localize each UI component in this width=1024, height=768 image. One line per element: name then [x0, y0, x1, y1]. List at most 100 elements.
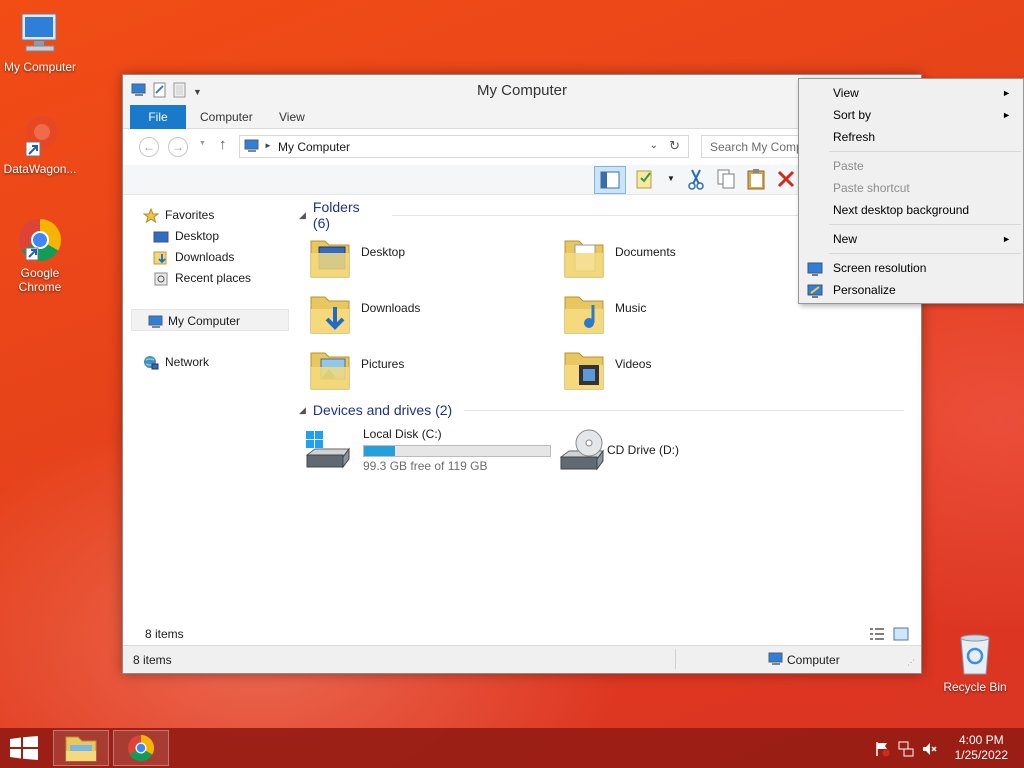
computer-icon	[16, 10, 64, 58]
large-icons-view-icon[interactable]	[893, 627, 909, 644]
desktop-folder-icon	[309, 233, 351, 281]
resize-grip-icon[interactable]: ⋰	[907, 658, 915, 667]
file-explorer-icon	[65, 736, 97, 762]
desktop-icon	[153, 229, 169, 243]
chevron-right-icon: ►	[1002, 88, 1011, 98]
menu-item-screen-resolution[interactable]: Screen resolution	[801, 257, 1021, 279]
network-icon	[143, 355, 159, 370]
desktop-icon-recycle-bin[interactable]: Recycle Bin	[935, 630, 1015, 694]
menu-item-refresh[interactable]: Refresh	[801, 126, 1021, 148]
item-count: 8 items	[133, 653, 172, 667]
address-text: My Computer	[278, 140, 351, 154]
cd-drive-icon	[557, 427, 607, 476]
desktop-icon-label: Google Chrome	[18, 266, 62, 294]
chevron-down-icon[interactable]: ▼	[667, 174, 675, 183]
pictures-folder-icon	[309, 345, 351, 393]
menu-item-next-background[interactable]: Next desktop background	[801, 199, 1021, 221]
desktop-icon-label: DataWagon...	[3, 162, 77, 176]
chrome-icon	[128, 734, 155, 762]
navigation-pane: Favorites Desktop Downloads Recent place…	[129, 199, 289, 619]
status-bar: 8 items Computer ⋰	[123, 645, 921, 673]
desktop-icon-label: My Computer	[3, 60, 77, 74]
drive-item-c[interactable]: Local Disk (C:) 99.3 GB free of 119 GB	[303, 425, 553, 479]
recent-locations-icon[interactable]: ▼	[199, 140, 206, 147]
paste-icon[interactable]	[745, 168, 773, 192]
properties-icon[interactable]	[635, 168, 663, 192]
preview-pane-button[interactable]	[594, 166, 626, 194]
taskbar-chrome[interactable]	[113, 730, 169, 766]
drive-usage-bar	[363, 445, 551, 457]
recycle-bin-icon	[951, 630, 999, 678]
folder-item[interactable]: Documents	[545, 229, 785, 283]
start-button[interactable]	[10, 736, 38, 763]
folder-item[interactable]: Music	[545, 285, 785, 339]
clock-time: 4:00 PM	[958, 733, 1004, 747]
item-count: 8 items	[145, 627, 184, 641]
chrome-icon	[16, 216, 64, 264]
network-tray-icon[interactable]	[898, 741, 914, 760]
nav-item-recent-places[interactable]: Recent places	[129, 267, 287, 289]
star-icon	[142, 207, 160, 224]
system-clock[interactable]: 4:00 PM 1/25/2022	[955, 733, 1008, 763]
chevron-down-icon[interactable]: ⌄	[650, 140, 658, 151]
windows-logo-icon	[10, 736, 38, 760]
volume-muted-icon[interactable]	[922, 741, 938, 760]
collapse-triangle-icon: ◢	[299, 209, 306, 220]
drive-name: Local Disk (C:)	[363, 427, 442, 441]
desktop-icon-my-computer[interactable]: My Computer	[0, 10, 80, 74]
drive-free-space: 99.3 GB free of 119 GB	[363, 459, 488, 473]
videos-folder-icon	[563, 345, 605, 393]
tab-view[interactable]: View	[279, 105, 305, 129]
up-arrow-icon[interactable]: ↑	[219, 136, 227, 153]
drive-item-d[interactable]: CD Drive (D:)	[557, 425, 757, 479]
chevron-right-icon[interactable]: ►	[264, 141, 272, 150]
personalize-icon	[807, 283, 823, 298]
downloads-folder-icon	[309, 289, 351, 337]
folder-item[interactable]: Downloads	[291, 285, 531, 339]
hard-drive-icon	[303, 429, 353, 476]
status-location: Computer	[787, 653, 840, 667]
menu-item-view[interactable]: View ►	[801, 82, 1021, 104]
desktop-context-menu: View ► Sort by ► Refresh Paste Paste short…	[798, 78, 1024, 304]
details-view-icon[interactable]	[869, 627, 885, 644]
collapse-triangle-icon: ◢	[299, 404, 306, 415]
menu-item-sort-by[interactable]: Sort by ►	[801, 104, 1021, 126]
forward-button[interactable]: →	[168, 137, 188, 157]
back-button[interactable]: ←	[139, 137, 159, 157]
menu-item-new[interactable]: New ►	[801, 228, 1021, 250]
menu-item-paste-shortcut[interactable]: Paste shortcut	[801, 177, 1021, 199]
chevron-right-icon: ►	[1002, 110, 1011, 120]
copy-icon[interactable]	[715, 168, 743, 192]
desktop-icon-label: Recycle Bin	[943, 680, 1007, 694]
desktop-icon-datawagon[interactable]: DataWagon...	[0, 112, 80, 176]
nav-item-favorites[interactable]: Favorites	[129, 204, 287, 226]
cut-icon[interactable]	[685, 168, 713, 192]
address-field[interactable]: ► My Computer ⌄ ↻	[239, 135, 689, 158]
desktop-icon-chrome[interactable]: Google Chrome	[0, 216, 80, 294]
inner-status-bar: 8 items	[123, 623, 921, 647]
computer-small-icon	[148, 314, 164, 328]
datawagon-shortcut-icon	[16, 112, 64, 160]
menu-item-paste[interactable]: Paste	[801, 155, 1021, 177]
computer-small-icon	[244, 139, 260, 156]
recent-places-icon	[153, 271, 169, 286]
nav-item-downloads[interactable]: Downloads	[129, 246, 287, 268]
taskbar: 4:00 PM 1/25/2022	[0, 728, 1024, 768]
chevron-right-icon: ►	[1002, 234, 1011, 244]
drive-name: CD Drive (D:)	[607, 443, 679, 457]
refresh-icon[interactable]: ↻	[669, 138, 680, 154]
devices-group-header[interactable]: ◢ Devices and drives (2)	[299, 400, 919, 420]
tab-computer[interactable]: Computer	[200, 105, 253, 129]
folder-item[interactable]: Desktop	[291, 229, 531, 283]
nav-item-my-computer[interactable]: My Computer	[131, 309, 289, 331]
downloads-folder-icon	[153, 250, 169, 265]
menu-item-personalize[interactable]: Personalize	[801, 279, 1021, 301]
computer-small-icon	[768, 652, 784, 669]
nav-item-desktop[interactable]: Desktop	[129, 225, 287, 247]
taskbar-file-explorer[interactable]	[53, 730, 109, 766]
folder-item[interactable]: Pictures	[291, 341, 531, 395]
folder-item[interactable]: Videos	[545, 341, 785, 395]
tab-file[interactable]: File	[130, 105, 186, 129]
nav-item-network[interactable]: Network	[129, 351, 287, 373]
action-center-flag-icon[interactable]	[874, 741, 890, 760]
